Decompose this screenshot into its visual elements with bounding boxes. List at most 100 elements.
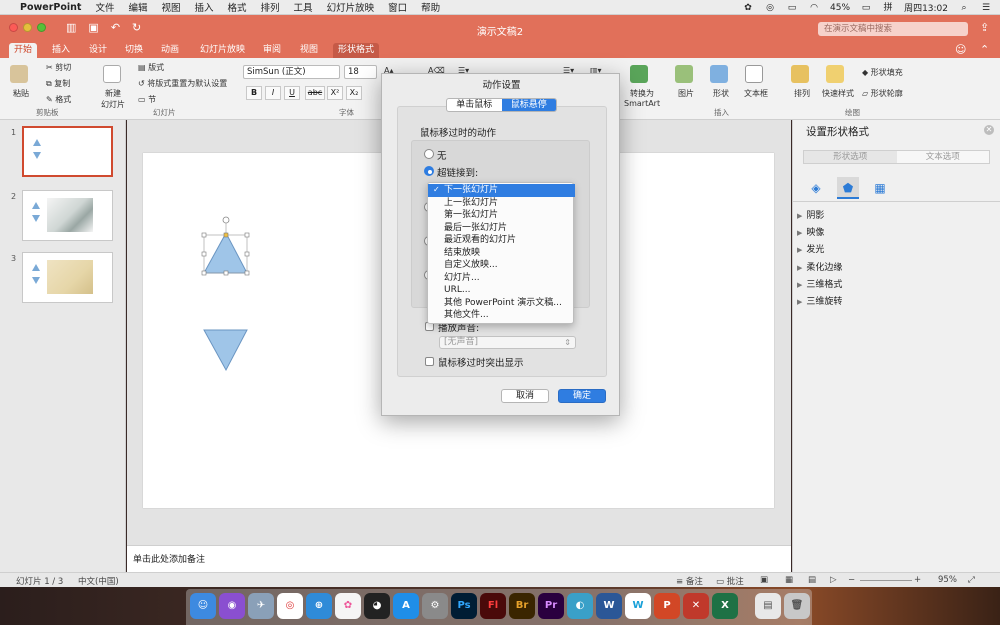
safari-icon[interactable]: ⊕: [306, 593, 332, 619]
zoom-slider[interactable]: [860, 580, 912, 581]
ok-button[interactable]: 确定: [558, 389, 606, 403]
quick-styles-button[interactable]: 快速样式: [822, 88, 854, 99]
reset-button[interactable]: ↺ 将版式重置为默认设置: [138, 78, 227, 89]
trash-icon[interactable]: 🗑: [784, 593, 810, 619]
slideshow-view-icon[interactable]: ▷: [830, 575, 837, 585]
app-store-icon[interactable]: A: [393, 593, 419, 619]
slide-thumbnail-3[interactable]: [22, 252, 113, 303]
smartart-icon[interactable]: [630, 65, 648, 83]
list-icon[interactable]: ☰: [980, 3, 992, 13]
tab-home[interactable]: 开始: [9, 43, 38, 58]
menu-view[interactable]: 视图: [161, 0, 180, 14]
menu-arrange[interactable]: 排列: [261, 0, 280, 14]
prop-3d-rotation[interactable]: ▶ 三维旋转: [797, 294, 842, 307]
highlight-checkbox[interactable]: [425, 357, 434, 366]
font-size-select[interactable]: 18: [344, 65, 377, 79]
tab-design[interactable]: 设计: [84, 43, 112, 58]
siri-icon[interactable]: ◉: [219, 593, 245, 619]
subscript-button[interactable]: X₂: [346, 86, 362, 100]
flash-icon[interactable]: Fl: [480, 593, 506, 619]
status-app-icon-2[interactable]: ◎: [764, 3, 776, 13]
quick-styles-icon[interactable]: [826, 65, 844, 83]
tab-mouse-over[interactable]: 鼠标悬停: [501, 99, 556, 111]
tab-mouse-click[interactable]: 单击鼠标: [447, 99, 502, 111]
cut-button[interactable]: ✂ 剪切: [46, 62, 71, 73]
spreadsheet-icon[interactable]: ✕: [683, 593, 709, 619]
italic-button[interactable]: I: [265, 86, 281, 100]
launchpad-icon[interactable]: ✈: [248, 593, 274, 619]
premiere-icon[interactable]: Pr: [538, 593, 564, 619]
superscript-button[interactable]: X²: [327, 86, 343, 100]
tab-slideshow[interactable]: 幻灯片放映: [195, 43, 250, 58]
bold-button[interactable]: B: [246, 86, 262, 100]
section-button[interactable]: ▭ 节: [138, 94, 156, 105]
comments-button[interactable]: ▭ 批注: [716, 575, 744, 587]
fill-line-icon[interactable]: ◈: [805, 177, 827, 199]
radio-hyperlink[interactable]: [424, 166, 434, 176]
tab-animations[interactable]: 动画: [156, 43, 184, 58]
tab-text-options[interactable]: 文本选项: [896, 151, 989, 163]
menu-window[interactable]: 窗口: [388, 0, 407, 14]
textbox-button[interactable]: 文本框: [744, 88, 768, 99]
menu-edit[interactable]: 编辑: [128, 0, 147, 14]
paste-icon[interactable]: [10, 65, 28, 83]
menu-help[interactable]: 帮助: [421, 0, 440, 14]
sorter-view-icon[interactable]: ▦: [785, 575, 793, 585]
wifi-icon[interactable]: ◠: [808, 3, 820, 13]
strikethrough-button[interactable]: abc: [305, 86, 325, 100]
menu-item-other-presentation[interactable]: 其他 PowerPoint 演示文稿...: [428, 297, 575, 310]
menu-format[interactable]: 格式: [228, 0, 247, 14]
menu-item-custom-show[interactable]: 自定义放映...: [428, 259, 575, 272]
menu-insert[interactable]: 插入: [195, 0, 214, 14]
menu-item-last-viewed[interactable]: 最近观看的幻灯片: [428, 234, 575, 247]
triangle-down-shape[interactable]: [203, 329, 248, 372]
battery-icon[interactable]: ▭: [860, 3, 872, 13]
radio-none[interactable]: [424, 149, 434, 159]
prop-soft-edges[interactable]: ▶ 柔化边缘: [797, 260, 842, 273]
bridge-icon[interactable]: Br: [509, 593, 535, 619]
notes-button[interactable]: ≡ 备注: [676, 575, 703, 587]
wps-icon[interactable]: W: [625, 593, 651, 619]
browser-icon[interactable]: ◐: [567, 593, 593, 619]
prop-3d-format[interactable]: ▶ 三维格式: [797, 277, 842, 290]
smiley-icon[interactable]: ☺: [955, 43, 966, 56]
size-properties-icon[interactable]: ▦: [869, 177, 891, 199]
triangle-up-shape[interactable]: [203, 231, 248, 274]
search-input[interactable]: 在演示文稿中搜索: [818, 22, 968, 36]
resize-handle[interactable]: [201, 270, 207, 276]
resize-handle[interactable]: [244, 232, 250, 238]
zoom-level[interactable]: 95%: [938, 575, 957, 585]
slide-thumbnail-1[interactable]: [22, 126, 113, 177]
picture-icon[interactable]: [675, 65, 693, 83]
powerpoint-icon[interactable]: P: [654, 593, 680, 619]
menu-app-name[interactable]: PowerPoint: [20, 2, 81, 13]
airplay-icon[interactable]: ▭: [786, 3, 798, 13]
search-icon[interactable]: ⌕: [958, 3, 970, 13]
copy-button[interactable]: ⧉ 复制: [46, 78, 70, 89]
format-painter-button[interactable]: ✎ 格式: [46, 94, 71, 105]
excel-icon[interactable]: X: [712, 593, 738, 619]
reading-view-icon[interactable]: ▤: [808, 575, 816, 585]
tab-shape-format[interactable]: 形状格式: [333, 43, 380, 58]
prop-reflection[interactable]: ▶ 映像: [797, 225, 824, 238]
underline-button[interactable]: U: [284, 86, 300, 100]
photoshop-icon[interactable]: Ps: [451, 593, 477, 619]
menu-item-other-file[interactable]: 其他文件...: [428, 309, 575, 322]
preview-icon[interactable]: ▤: [755, 593, 781, 619]
menu-item-last-slide[interactable]: 最后一张幻灯片: [428, 222, 575, 235]
cancel-button[interactable]: 取消: [501, 389, 549, 403]
menu-item-url[interactable]: URL...: [428, 284, 575, 297]
photos-icon[interactable]: ✿: [335, 593, 361, 619]
tab-view[interactable]: 视图: [295, 43, 323, 58]
tab-transitions[interactable]: 切换: [120, 43, 148, 58]
system-preferences-icon[interactable]: ⚙: [422, 593, 448, 619]
zoom-in-icon[interactable]: +: [914, 575, 921, 585]
resize-handle[interactable]: [244, 251, 250, 257]
tab-insert[interactable]: 插入: [47, 43, 75, 58]
prop-glow[interactable]: ▶ 发光: [797, 242, 824, 255]
resize-handle[interactable]: [223, 232, 229, 238]
sound-select[interactable]: [无声音] ⇕: [439, 336, 576, 349]
textbox-icon[interactable]: [745, 65, 763, 83]
fit-window-icon[interactable]: ⤢: [968, 575, 975, 585]
prop-shadow[interactable]: ▶ 阴影: [797, 208, 824, 221]
